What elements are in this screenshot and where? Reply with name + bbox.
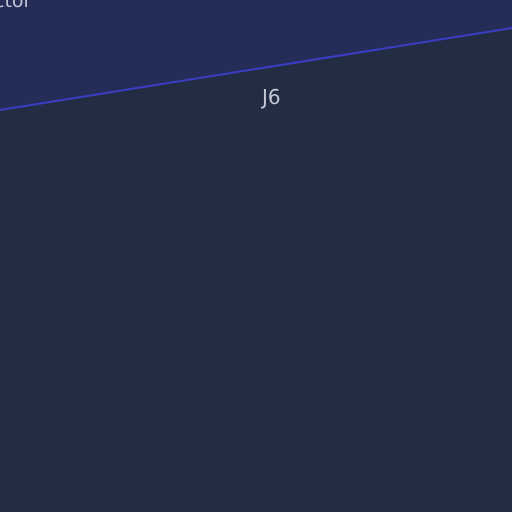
- upper-zone-label: ctor: [0, 0, 32, 12]
- zone-label-j6: J6: [262, 85, 281, 109]
- map-viewport[interactable]: ctor J6: [0, 0, 512, 512]
- map-canvas[interactable]: [0, 0, 512, 512]
